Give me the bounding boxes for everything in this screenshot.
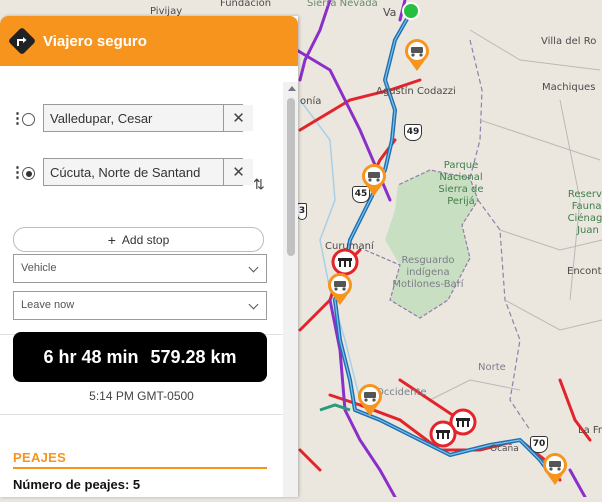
route-distance: 579.28 km	[150, 346, 237, 367]
panel-header: Viajero seguro	[0, 16, 298, 66]
peajes-count: Número de peajes: 5	[13, 477, 141, 492]
route-shield-70: 70	[530, 436, 548, 453]
add-stop-button[interactable]: + Add stop	[13, 227, 264, 252]
truck-pin-icon[interactable]	[403, 38, 431, 71]
route-shield-3: 3	[297, 203, 307, 220]
route-summary: 6 hr 48 min 579.28 km	[13, 332, 267, 382]
map-label-fundacion: Fundación	[220, 0, 272, 9]
route-shield-49: 49	[404, 124, 422, 141]
divider	[0, 414, 283, 415]
chevron-down-icon	[248, 262, 259, 273]
arrival-time: 5:14 PM GMT-0500	[89, 389, 194, 403]
destination-input[interactable]	[43, 158, 243, 186]
map-label-norte: Norte	[478, 362, 506, 373]
vehicle-select[interactable]: Vehicle	[13, 254, 267, 283]
scroll-up-arrow-icon[interactable]	[288, 86, 296, 91]
map-label-reserva: Reserva Faunal Ciénaga Juan	[567, 189, 602, 236]
truck-pin-icon[interactable]	[541, 452, 569, 485]
truck-pin-icon[interactable]	[356, 383, 384, 416]
map-label-agustin-codazzi: Agustín Codazzi	[376, 86, 456, 97]
route-duration: 6 hr 48 min	[43, 346, 139, 367]
origin-radio[interactable]	[22, 113, 35, 126]
origin-stop-row: ⋮ ✕	[6, 104, 256, 134]
destination-stop-row: ⋮ ✕	[6, 158, 256, 188]
turn-right-arrow-icon	[8, 27, 36, 55]
map-label-resguardo: Resguardo indígena Motilones-Barí	[392, 255, 464, 290]
clear-destination-button[interactable]: ✕	[223, 159, 253, 185]
plus-icon: +	[107, 231, 116, 248]
destination-radio[interactable]	[22, 167, 35, 180]
chevron-down-icon	[248, 299, 259, 310]
map-label-valledupar: Va	[383, 6, 397, 19]
map-label-monia: onía	[300, 96, 322, 107]
toll-pin-icon[interactable]	[428, 420, 457, 448]
map-label-villa-rosario: Villa del Ro	[541, 36, 597, 47]
map-label-la-fria: La Fr	[578, 425, 602, 436]
map-label-ocana: Ocaña	[490, 444, 519, 454]
panel-scrollbar-thumb[interactable]	[287, 98, 295, 256]
map-label-parque: Parque Nacional Sierra de Perijá	[438, 160, 484, 207]
departure-select[interactable]: Leave now	[13, 291, 267, 320]
truck-pin-icon[interactable]	[360, 163, 388, 196]
close-icon: ✕	[232, 164, 245, 181]
departure-select-value: Leave now	[21, 299, 75, 311]
origin-input[interactable]	[43, 104, 243, 132]
route-start-marker[interactable]	[402, 2, 420, 20]
truck-pin-icon[interactable]	[326, 272, 354, 305]
close-icon: ✕	[232, 110, 245, 127]
swap-stops-icon[interactable]: ⇅	[253, 176, 265, 193]
vehicle-select-value: Vehicle	[21, 262, 57, 274]
app-title: Viajero seguro	[43, 33, 147, 50]
peajes-title: PEAJES	[13, 450, 67, 465]
directions-panel: Viajero seguro ⋮ ✕ ⋮ ✕ ⇅ + Add stop Vehi…	[0, 16, 298, 497]
peajes-underline	[13, 467, 267, 469]
map-label-encontrados: Encont	[567, 266, 602, 277]
map-label-machiques: Machiques	[542, 82, 596, 93]
map-label-sierra-nevada: Sierra Nevada	[307, 0, 378, 9]
add-stop-label: Add stop	[121, 232, 170, 247]
clear-origin-button[interactable]: ✕	[223, 105, 253, 131]
